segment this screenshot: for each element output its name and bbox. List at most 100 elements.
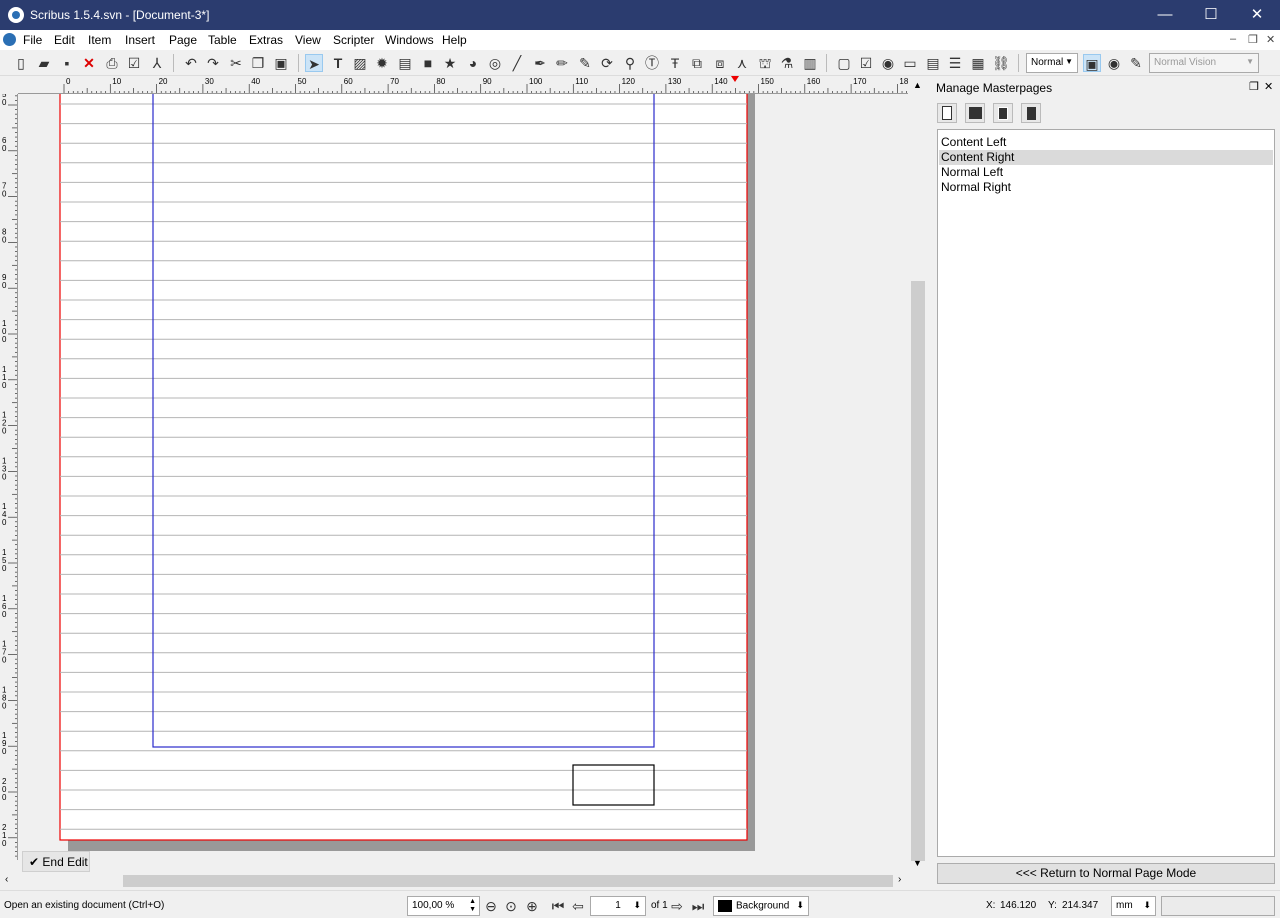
freehand-line-icon[interactable]: ✏ <box>553 54 571 72</box>
unit-select-arrow-icon[interactable]: ⬇ <box>1143 900 1151 911</box>
new-masterpage-button[interactable] <box>937 103 957 123</box>
masterpage-item-content-right[interactable]: Content Right <box>939 150 1273 165</box>
mdi-minimize-button[interactable]: – <box>1230 33 1236 45</box>
vertical-scroll-thumb[interactable] <box>911 281 925 861</box>
menu-windows[interactable]: Windows <box>385 33 434 47</box>
calligraphic-line-icon[interactable]: ✎ <box>576 54 594 72</box>
end-edit-button[interactable]: ✔ End Edit <box>22 851 90 872</box>
edit-text-icon[interactable]: Ŧ <box>666 54 684 72</box>
import-masterpage-button[interactable] <box>965 103 985 123</box>
open-document-icon[interactable]: ▰ <box>35 54 53 72</box>
panel-float-icon[interactable]: ❐ <box>1249 80 1259 93</box>
vertical-ruler[interactable]: 5060708090100110120130140150160170180190… <box>0 94 18 860</box>
spin-arrows-icon[interactable]: ▲ ▼ <box>469 898 476 914</box>
eye-icon[interactable]: ◉ <box>1105 54 1123 72</box>
menu-table[interactable]: Table <box>208 33 237 47</box>
zoom-out-icon[interactable]: ⊖ <box>482 897 500 915</box>
select-tool-icon[interactable]: ➤ <box>305 54 323 72</box>
page-canvas[interactable] <box>18 94 908 870</box>
close-document-icon[interactable]: ✕ <box>80 54 98 72</box>
cut-icon[interactable]: ✂ <box>227 54 245 72</box>
menu-scripter[interactable]: Scripter <box>333 33 374 47</box>
page-number-field[interactable]: 1 ⬇ <box>590 896 646 916</box>
pdf-combobox-icon[interactable]: ▤ <box>924 54 942 72</box>
print-icon[interactable]: ⎙ <box>103 54 121 72</box>
return-to-normal-page-mode-button[interactable]: <<< Return to Normal Page Mode <box>937 863 1275 884</box>
delete-masterpage-button[interactable] <box>1021 103 1041 123</box>
pdf-radio-icon[interactable]: ◉ <box>879 54 897 72</box>
polygon-icon[interactable]: ★ <box>441 54 459 72</box>
spiral-icon[interactable]: ◎ <box>486 54 504 72</box>
layer-select-arrow-icon[interactable]: ⬇ <box>796 900 804 911</box>
pdf-pushbutton-icon[interactable]: ▢ <box>835 54 853 72</box>
menu-page[interactable]: Page <box>169 33 197 47</box>
bezier-icon[interactable]: ✒ <box>531 54 549 72</box>
line-icon[interactable]: ╱ <box>508 54 526 72</box>
pdf-link-icon[interactable]: ⛓ <box>992 54 1010 72</box>
masterpage-item-normal-left[interactable]: Normal Left <box>939 165 1273 180</box>
previous-page-icon[interactable]: ⇦ <box>569 897 587 915</box>
menu-view[interactable]: View <box>295 33 321 47</box>
link-frames-icon[interactable]: ⧉ <box>688 54 706 72</box>
last-page-icon[interactable]: ⏭ <box>689 897 707 915</box>
eyedropper-icon[interactable]: ⚗ <box>778 54 796 72</box>
mdi-restore-button[interactable]: ❐ <box>1248 33 1258 46</box>
scroll-down-icon[interactable]: ▼ <box>913 858 922 868</box>
page-select-arrow-icon[interactable]: ⬇ <box>633 900 641 911</box>
vertical-scrollbar[interactable]: ▲ ▼ <box>908 76 928 872</box>
measurements-icon[interactable]: ⋏ <box>733 54 751 72</box>
menu-file[interactable]: File <box>23 33 42 47</box>
redo-icon[interactable]: ↷ <box>204 54 222 72</box>
zoom-field[interactable]: 100,00 % ▲ ▼ <box>407 896 480 916</box>
render-frame-icon[interactable]: ✹ <box>373 54 391 72</box>
new-document-icon[interactable]: ▯ <box>12 54 30 72</box>
menu-extras[interactable]: Extras <box>249 33 283 47</box>
preflight-check-icon[interactable]: ☑ <box>125 54 143 72</box>
masterpage-item-normal-right[interactable]: Normal Right <box>939 180 1273 195</box>
rotate-icon[interactable]: ⟳ <box>598 54 616 72</box>
panel-close-icon[interactable]: ✕ <box>1264 80 1273 93</box>
undo-icon[interactable]: ↶ <box>182 54 200 72</box>
pdf-annotation-icon[interactable]: ▦ <box>969 54 987 72</box>
mdi-close-button[interactable]: ✕ <box>1266 33 1275 46</box>
zoom-in-icon[interactable]: ⊕ <box>523 897 541 915</box>
scroll-left-icon[interactable]: ‹ <box>5 874 8 885</box>
preview-mode-icon[interactable]: ▣ <box>1083 54 1101 72</box>
unit-select[interactable]: mm ⬇ <box>1111 896 1156 916</box>
minimize-button[interactable]: — <box>1142 0 1188 30</box>
barcode-icon[interactable]: ▥ <box>801 54 819 72</box>
pdf-textfield-icon[interactable]: ▭ <box>901 54 919 72</box>
horizontal-scroll-thumb[interactable] <box>123 875 893 887</box>
edit-mode-icon[interactable]: ✎ <box>1127 54 1145 72</box>
export-pdf-icon[interactable]: ⅄ <box>148 54 166 72</box>
masterpage-item-content-left[interactable]: Content Left <box>939 135 1273 150</box>
unlink-frames-icon[interactable]: ⧈ <box>711 54 729 72</box>
horizontal-scrollbar[interactable]: ‹ › <box>0 872 908 890</box>
scroll-up-icon[interactable]: ▲ <box>913 80 922 90</box>
zoom-icon[interactable]: ⚲ <box>621 54 639 72</box>
table-icon[interactable]: ▤ <box>396 54 414 72</box>
menu-insert[interactable]: Insert <box>125 33 155 47</box>
scroll-right-icon[interactable]: › <box>898 874 901 885</box>
duplicate-masterpage-button[interactable] <box>993 103 1013 123</box>
horizontal-ruler[interactable]: 0 10 20 30 40 50 60 70 80 90 100 110 120 130 140 150 160… <box>18 76 908 94</box>
pdf-checkbox-icon[interactable]: ☑ <box>857 54 875 72</box>
image-frame-icon[interactable]: ▨ <box>351 54 369 72</box>
copy-icon[interactable]: ❐ <box>249 54 267 72</box>
menu-item[interactable]: Item <box>88 33 111 47</box>
close-window-button[interactable]: ✕ <box>1234 0 1280 30</box>
pdf-listbox-icon[interactable]: ☰ <box>946 54 964 72</box>
text-frame-icon[interactable]: T <box>329 54 347 72</box>
menu-edit[interactable]: Edit <box>54 33 75 47</box>
shape-icon[interactable]: ■ <box>419 54 437 72</box>
arc-icon[interactable]: ◕ <box>464 54 482 72</box>
paste-icon[interactable]: ▣ <box>272 54 290 72</box>
zoom-100-icon[interactable]: ⊙ <box>502 897 520 915</box>
next-page-icon[interactable]: ⇨ <box>668 897 686 915</box>
layer-select[interactable]: Background ⬇ <box>713 896 809 916</box>
image-preview-mode-select[interactable]: Normal ▼ <box>1026 53 1078 73</box>
vision-select[interactable]: Normal Vision ▼ <box>1149 53 1259 73</box>
first-page-icon[interactable]: ⏮ <box>549 897 567 915</box>
edit-contents-icon[interactable]: Ⓣ <box>643 54 661 72</box>
masterpage-list[interactable]: Content Left Content Right Normal Left N… <box>937 129 1275 857</box>
